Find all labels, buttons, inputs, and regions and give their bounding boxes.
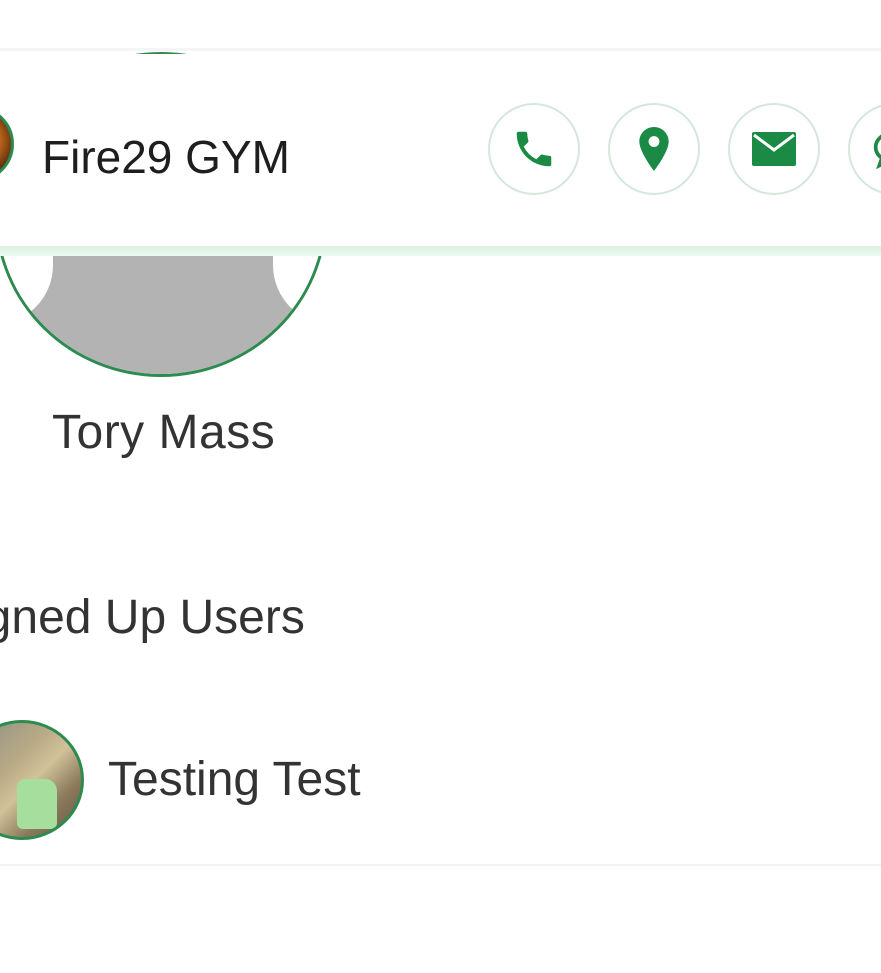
chat-button[interactable] <box>848 103 881 195</box>
avatar <box>0 720 84 840</box>
email-button[interactable] <box>728 103 820 195</box>
class-detail-screen: Tory Mass Fire29 GYM Signed <box>0 0 881 973</box>
gym-header-card: Fire29 GYM <box>0 54 881 246</box>
gym-logo <box>0 106 14 182</box>
list-item[interactable]: Testing Test <box>0 700 881 866</box>
top-strip <box>0 0 881 51</box>
phone-icon <box>516 131 552 167</box>
trainer-name: Tory Mass <box>52 406 276 459</box>
location-button[interactable] <box>608 103 700 195</box>
gym-name: Fire29 GYM <box>42 131 290 183</box>
user-name: Testing Test <box>108 753 361 806</box>
map-pin-icon <box>639 127 669 171</box>
signed-up-users-title: Signed Up Users <box>0 591 305 644</box>
mail-icon <box>752 132 796 166</box>
chat-bubble-icon <box>873 134 881 170</box>
header-shadow <box>0 246 881 256</box>
call-button[interactable] <box>488 103 580 195</box>
